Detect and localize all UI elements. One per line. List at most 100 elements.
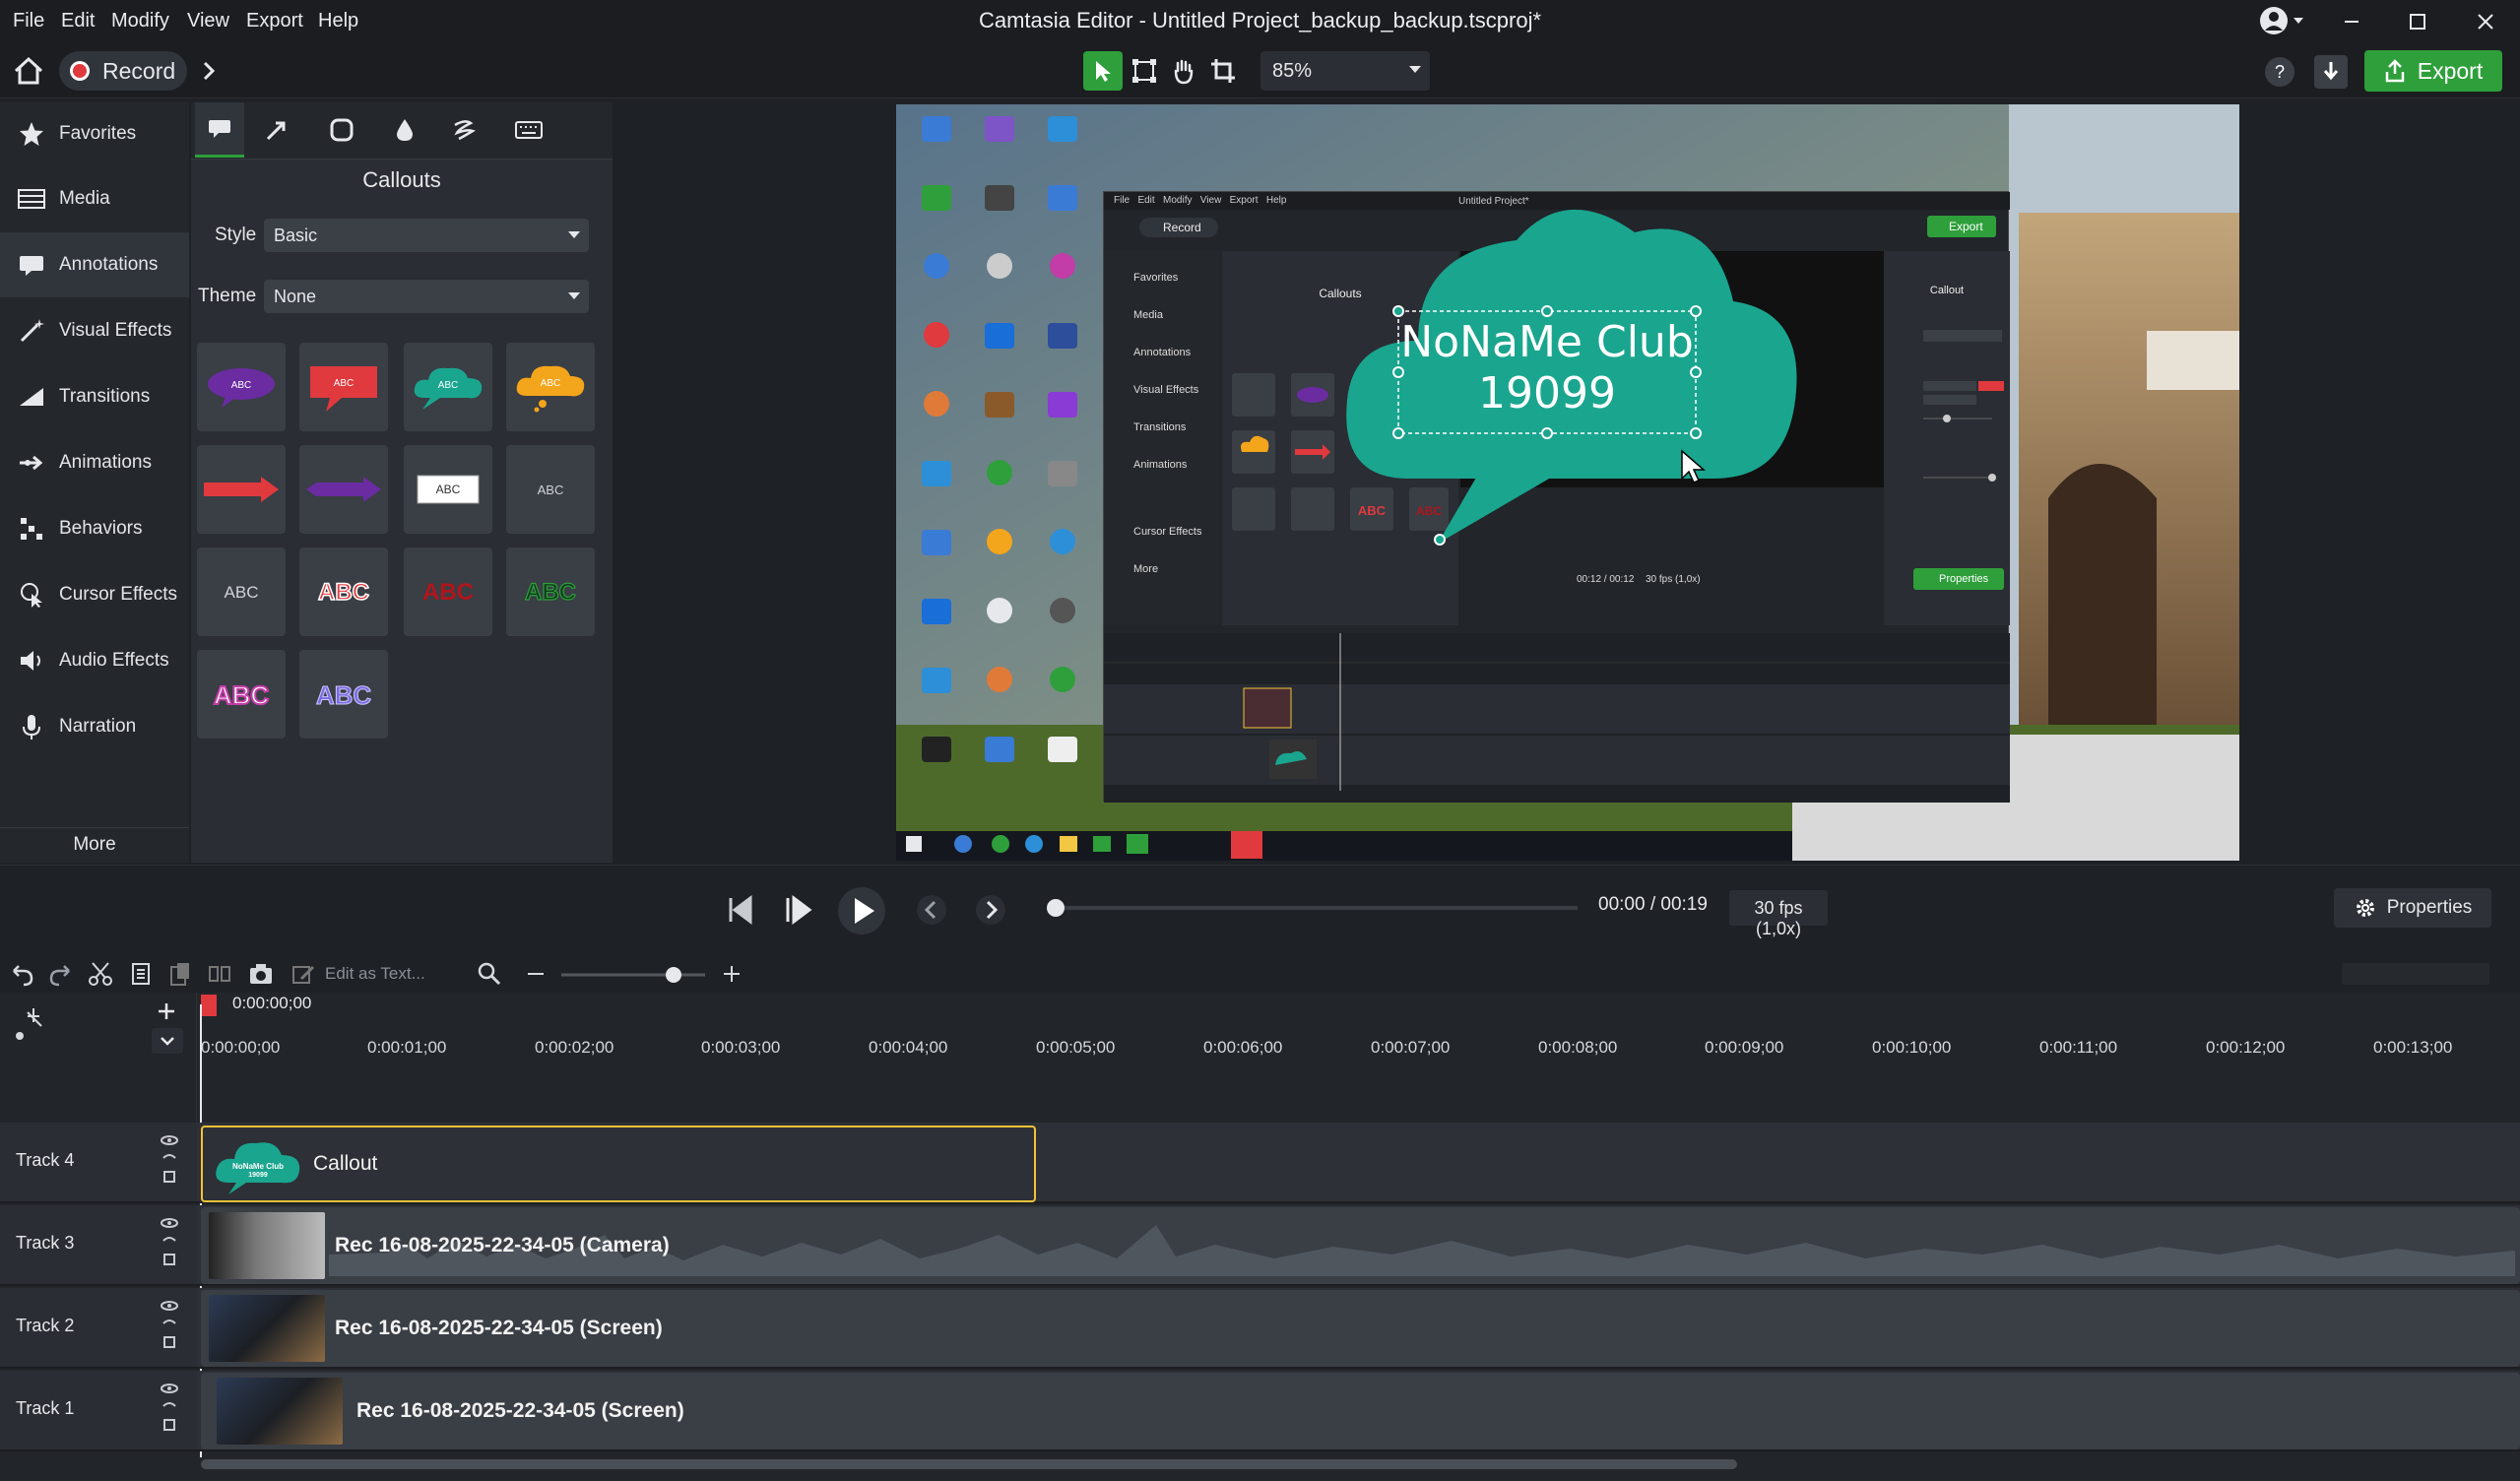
minimize-icon[interactable] [2337, 8, 2366, 35]
properties-button[interactable]: Properties [2334, 888, 2491, 928]
sidebar-label: Animations [59, 452, 152, 473]
tile-text: ABC [538, 483, 564, 497]
callout-tile-orange-cloud[interactable]: ABC [506, 343, 595, 431]
tab-blur-icon[interactable] [380, 102, 429, 158]
screen-clip-track1[interactable]: Rec 16-08-2025-22-34-05 (Screen) [201, 1373, 2520, 1449]
export-button[interactable]: Export [2364, 50, 2502, 92]
download-icon[interactable] [2314, 55, 2348, 89]
expand-chevron-icon[interactable] [193, 55, 226, 87]
copy-icon[interactable] [128, 961, 154, 987]
pan-hand-icon[interactable] [1164, 51, 1203, 91]
close-icon[interactable] [2471, 8, 2500, 35]
edit-as-text-label[interactable]: Edit as Text... [325, 964, 425, 984]
sidebar-label: Transitions [59, 386, 151, 407]
chevron-down-icon [567, 230, 581, 240]
screen-clip-track2[interactable]: Rec 16-08-2025-22-34-05 (Screen) [201, 1290, 2520, 1367]
callout-tile-gray-text[interactable]: ABC [197, 547, 286, 636]
search-icon[interactable] [477, 961, 502, 987]
callout-tile-green-text[interactable]: ABC [506, 547, 595, 636]
cut-icon[interactable] [87, 961, 114, 987]
next-marker-icon[interactable] [973, 894, 1008, 926]
step-forward-icon[interactable] [780, 892, 815, 928]
tab-shapes-icon[interactable] [317, 102, 366, 158]
track-visibility-eye-icon[interactable] [158, 1215, 181, 1274]
style-dropdown[interactable]: Basic [264, 219, 589, 252]
callout-tile-red-arrow[interactable] [197, 445, 286, 534]
edit-as-text-icon[interactable] [291, 963, 317, 987]
zoom-value: 85% [1272, 60, 1313, 82]
timeline-scrollbar-thumb[interactable] [201, 1459, 1737, 1469]
collapse-tracks-chevron-icon[interactable] [152, 1028, 183, 1054]
camera-clip[interactable]: Rec 16-08-2025-22-34-05 (Camera) [201, 1207, 2520, 1284]
callout-tile-red-outline-text[interactable]: ABC [299, 547, 388, 636]
callout-clip[interactable]: NoNaMe Club 19099 Callout [201, 1126, 1036, 1202]
callout-text-line2[interactable]: 19099 [1398, 368, 1696, 419]
callout-tile-dark-red-text[interactable]: ABC [404, 547, 492, 636]
paste-icon[interactable] [167, 961, 193, 987]
track-visibility-eye-icon[interactable] [158, 1132, 181, 1191]
nested-sidebar: Favorites Media Annotations Visual Effects T… [1104, 251, 1220, 625]
record-button[interactable]: Record [59, 51, 187, 91]
playback-scrubber[interactable] [1046, 898, 1578, 918]
sidebar-item-visual-effects[interactable]: Visual Effects [0, 298, 189, 363]
desktop-icons [922, 116, 1077, 762]
previous-marker-icon[interactable] [914, 894, 949, 926]
sidebar-item-media[interactable]: Media [0, 166, 189, 231]
sidebar-item-narration[interactable]: Narration [0, 694, 189, 759]
callout-tile-white-box[interactable]: ABC [404, 445, 492, 534]
sidebar-item-animations[interactable]: Animations [0, 430, 189, 495]
fps-display[interactable]: 30 fps (1,0x) [1729, 890, 1828, 938]
zoom-out-icon[interactable] [526, 971, 546, 977]
callout-text-line1[interactable]: NoNaMe Club [1398, 317, 1696, 367]
account-avatar-icon[interactable] [2258, 6, 2307, 35]
sidebar-more-button[interactable]: More [0, 827, 189, 863]
play-icon[interactable] [837, 886, 886, 935]
maximize-icon[interactable] [2403, 8, 2432, 35]
callout-tile-teal-cloud[interactable]: ABC [404, 343, 492, 431]
sidebar-item-annotations[interactable]: Annotations [0, 232, 189, 297]
clip-label: Rec 16-08-2025-22-34-05 (Screen) [335, 1317, 663, 1339]
sidebar-item-audio-effects[interactable]: Audio Effects [0, 628, 189, 693]
crop-icon[interactable] [1203, 51, 1243, 91]
redo-icon[interactable] [47, 961, 75, 987]
tab-sketch-icon[interactable] [439, 102, 488, 158]
track-visibility-eye-icon[interactable] [158, 1298, 181, 1357]
help-icon[interactable]: ? [2263, 55, 2296, 89]
timeline-zoom-slider[interactable] [559, 965, 707, 985]
sidebar-label: Visual Effects [59, 320, 172, 341]
zoom-in-icon[interactable] [721, 963, 743, 985]
magnet-icon[interactable] [14, 1004, 47, 1044]
callout-tile-plain-text[interactable]: ABC [506, 445, 595, 534]
sidebar-item-favorites[interactable]: Favorites [0, 101, 189, 166]
sidebar-item-cursor-effects[interactable]: Cursor Effects [0, 562, 189, 627]
callout-tile-red-box[interactable]: ABC [299, 343, 388, 431]
home-icon[interactable] [12, 55, 45, 87]
tab-keystroke-icon[interactable] [504, 102, 553, 158]
crop-transform-icon[interactable] [1125, 51, 1164, 91]
tab-arrows-icon[interactable] [252, 102, 301, 158]
split-icon[interactable] [207, 961, 232, 987]
track-visibility-eye-icon[interactable] [158, 1381, 181, 1440]
ruler-tick-label: 0:00:04;00 [869, 1038, 948, 1057]
theme-value: None [274, 287, 317, 306]
canvas-callout-cloud[interactable]: NoNaMe Club 19099 [1339, 193, 1802, 547]
callout-tile-blue-purple-text[interactable]: ABC [299, 650, 388, 739]
undo-icon[interactable] [8, 961, 35, 987]
callout-tile-purple-arrow[interactable] [299, 445, 388, 534]
step-back-icon[interactable] [723, 892, 758, 928]
panel-title: Callouts [362, 167, 441, 192]
callout-tile-pink-text[interactable]: ABC [197, 650, 286, 739]
style-label: Style [215, 225, 257, 245]
theme-dropdown[interactable]: None [264, 280, 589, 313]
snapshot-camera-icon[interactable] [248, 961, 274, 987]
sidebar-label: Favorites [59, 123, 137, 144]
tab-callouts-icon[interactable] [195, 102, 244, 158]
nested-export-button: Export [1927, 216, 1996, 237]
zoom-dropdown[interactable]: 85% [1260, 51, 1430, 91]
sidebar-item-behaviors[interactable]: Behaviors [0, 496, 189, 561]
tile-text: ABC [334, 378, 355, 389]
sidebar-item-transitions[interactable]: Transitions [0, 364, 189, 429]
select-tool-icon[interactable] [1083, 51, 1123, 91]
add-track-icon[interactable] [156, 1000, 177, 1022]
callout-tile-purple-bubble[interactable]: ABC [197, 343, 286, 431]
